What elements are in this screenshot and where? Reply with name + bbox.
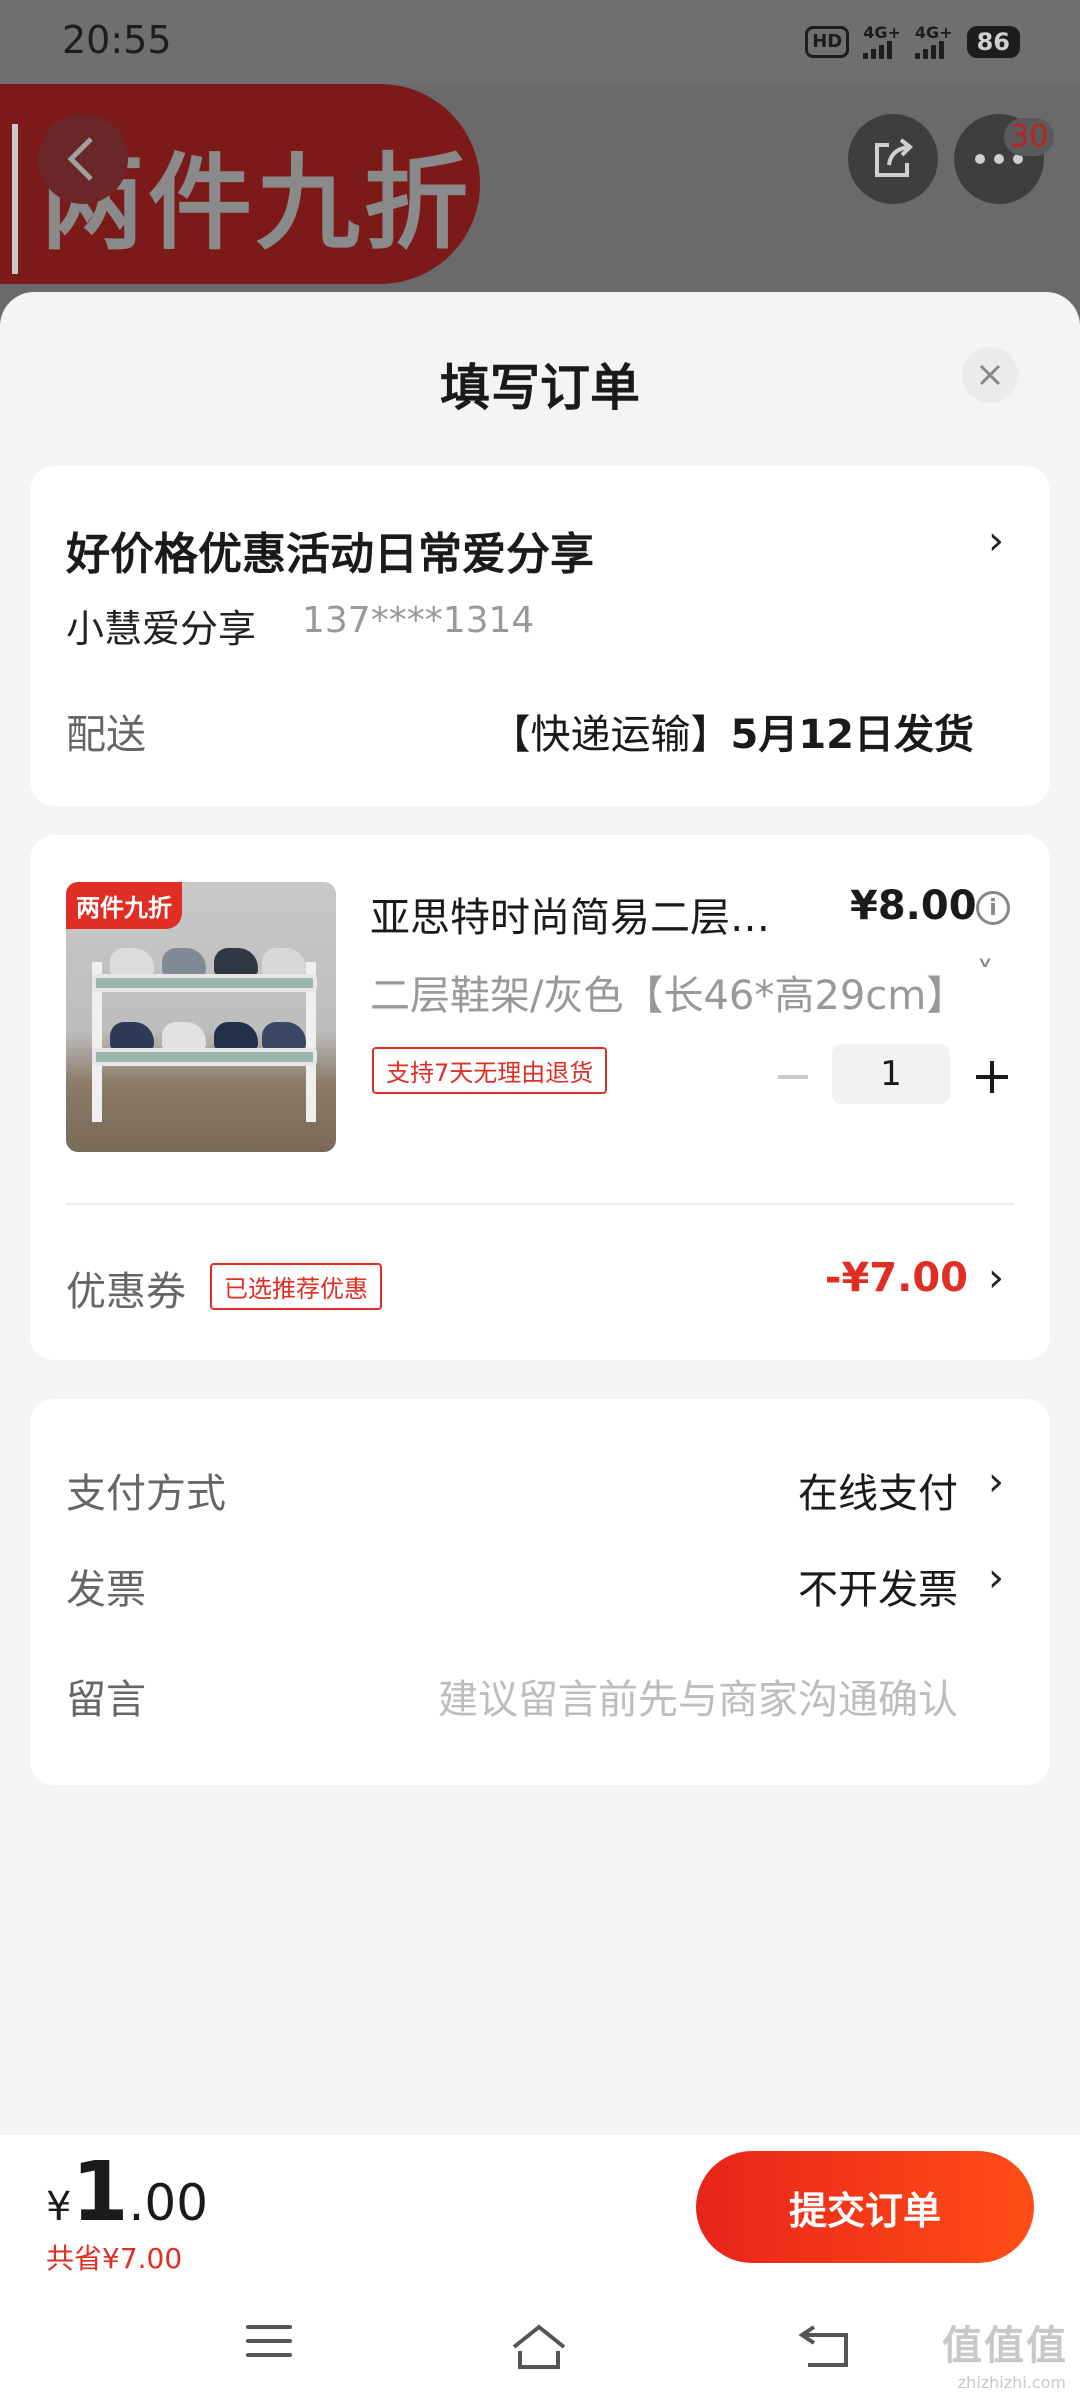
chevron-right-icon: ›	[988, 518, 1004, 564]
shipping-info[interactable]: 【快递运输】5月12日发货	[491, 702, 975, 760]
address-card[interactable]: 好价格优惠活动日常爱分享 › 小慧爱分享 137****1314 配送 【快递运…	[30, 466, 1050, 806]
watermark: 值值值	[942, 2323, 1068, 2369]
signal-icon-2: 4G+	[914, 25, 953, 59]
quantity-input[interactable]: 1	[832, 1044, 950, 1104]
menu-icon[interactable]	[246, 2325, 292, 2367]
quantity-plus-button[interactable]	[976, 1061, 1008, 1093]
system-nav-bar: 值值值 zhizhizhi.com	[0, 2295, 1080, 2408]
back-nav-icon[interactable]	[798, 2321, 852, 2373]
status-icons: HD 4G+ 4G+ 86	[805, 22, 1020, 62]
share-button[interactable]	[848, 114, 938, 204]
product-spec[interactable]: 二层鞋架/灰色【长46*高29cm】	[370, 963, 970, 1021]
more-icon	[975, 154, 1023, 164]
close-icon	[979, 364, 1001, 386]
checkout-bar: ¥1.00 共省¥7.00 提交订单	[0, 2135, 1080, 2295]
sheet-title: 填写订单	[440, 359, 640, 417]
share-icon	[875, 138, 914, 177]
remark-label: 留言	[66, 1677, 146, 1723]
signal-icon: 4G+	[863, 25, 901, 59]
product-price: ¥8.00	[850, 883, 977, 929]
chevron-right-icon[interactable]: ›	[988, 1255, 1004, 1301]
contact-phone: 137****1314	[302, 600, 535, 641]
contact-name: 小慧爱分享	[66, 607, 257, 651]
shipping-label: 配送	[66, 712, 146, 758]
close-button[interactable]	[962, 347, 1018, 403]
home-icon[interactable]	[508, 2321, 570, 2373]
invoice-value[interactable]: 不开发票	[798, 1557, 958, 1615]
payment-method-value[interactable]: 在线支付	[798, 1461, 958, 1519]
chevron-down-icon[interactable]: ˅	[976, 955, 994, 996]
invoice-label: 发票	[66, 1567, 146, 1613]
remark-input[interactable]: 建议留言前先与商家沟通确认	[438, 1667, 958, 1725]
status-time: 20:55	[62, 18, 172, 62]
divider	[66, 1203, 1014, 1205]
submit-order-button[interactable]: 提交订单	[696, 2151, 1034, 2263]
payment-card: 支付方式 在线支付 › 发票 不开发票 › 留言 建议留言前先与商家沟通确认	[30, 1399, 1050, 1785]
quantity-minus-button[interactable]	[778, 1075, 808, 1079]
product-title[interactable]: 亚思特时尚简易二层鞋架	[370, 885, 790, 943]
coupon-value[interactable]: -¥7.00	[825, 1255, 968, 1301]
coupon-tag: 已选推荐优惠	[210, 1263, 382, 1310]
back-button[interactable]	[38, 114, 128, 204]
saved-amount: 共省¥7.00	[46, 2242, 183, 2275]
more-badge: 30	[1004, 118, 1055, 156]
back-arrow-icon	[67, 137, 93, 181]
chevron-right-icon[interactable]: ›	[988, 1459, 1004, 1505]
chevron-right-icon[interactable]: ›	[988, 1555, 1004, 1601]
battery-icon: 86	[966, 26, 1020, 58]
promo-divider	[12, 124, 18, 274]
return-policy-tag: 支持7天无理由退货	[372, 1047, 608, 1094]
status-bar: 20:55 HD 4G+ 4G+ 86	[0, 0, 1080, 84]
total-price: ¥1.00	[46, 2145, 209, 2240]
watermark-url: zhizhizhi.com	[957, 2373, 1066, 2392]
coupon-label: 优惠券	[66, 1269, 186, 1315]
product-card: 两件九折 亚思特时尚简易二层鞋架 ¥8.00 i 二层鞋架/灰色【长46*高29…	[30, 835, 1050, 1360]
info-icon[interactable]: i	[976, 891, 1010, 925]
address-name: 好价格优惠活动日常爱分享	[66, 529, 594, 580]
product-thumbnail[interactable]: 两件九折	[66, 882, 336, 1152]
thumbnail-promo-tag: 两件九折	[66, 882, 182, 929]
payment-method-label: 支付方式	[66, 1471, 226, 1517]
order-sheet: 填写订单 好价格优惠活动日常爱分享 › 小慧爱分享 137****1314 配送…	[0, 292, 1080, 2408]
hd-icon: HD	[805, 26, 850, 58]
